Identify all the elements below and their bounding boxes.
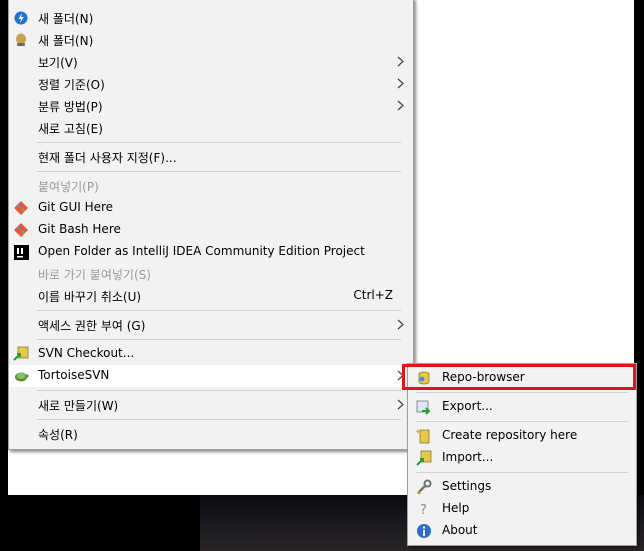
blue-new-folder-icon xyxy=(13,10,29,26)
menu-separator xyxy=(416,421,628,422)
menu-separator xyxy=(37,419,401,420)
menu-item-give-access[interactable]: 액세스 권한 부여 (G) xyxy=(9,314,413,336)
menu-item-svn-checkout[interactable]: SVN Checkout... xyxy=(9,343,413,365)
export-icon xyxy=(416,399,432,415)
menu-item-properties[interactable]: 속성(R) xyxy=(9,423,413,445)
menu-item-view[interactable]: 보기(V) xyxy=(9,51,413,73)
menu-item-group-by[interactable]: 분류 방법(P) xyxy=(9,95,413,117)
context-menu: 새 폴더(N) 새 폴더(N) 보기(V) 정렬 기준(O) 분류 방법(P) … xyxy=(8,0,414,450)
menu-item-paste-shortcut: 바로 가기 붙여넣기(S) xyxy=(38,268,151,282)
menu-item-tortoisesvn[interactable]: TortoiseSVN xyxy=(9,365,413,387)
gold-new-folder-icon xyxy=(13,32,29,48)
create-repo-icon xyxy=(416,428,432,444)
svn-checkout-icon xyxy=(13,346,29,362)
chevron-right-icon xyxy=(397,399,404,410)
menu-item-create-repository[interactable]: Create repository here xyxy=(408,425,636,447)
menu-item-git-bash[interactable]: Git Bash Here xyxy=(9,219,413,241)
chevron-right-icon xyxy=(397,78,404,89)
menu-separator xyxy=(37,390,401,391)
menu-item-customize-folder[interactable]: 현재 폴더 사용자 지정(F)... xyxy=(9,146,413,168)
menu-separator xyxy=(37,142,401,143)
import-icon xyxy=(416,450,432,466)
menu-item-git-gui[interactable]: Git GUI Here xyxy=(9,197,413,219)
menu-item-refresh[interactable]: 새로 고침(E) xyxy=(9,117,413,139)
intellij-icon xyxy=(13,244,29,260)
menu-item-sort-by[interactable]: 정렬 기준(O) xyxy=(9,73,413,95)
menu-separator xyxy=(37,310,401,311)
menu-separator xyxy=(37,339,401,340)
menu-item-new-folder-2[interactable]: 새 폴더(N) xyxy=(9,29,413,51)
about-icon xyxy=(416,523,432,539)
svg-text:?: ? xyxy=(420,503,427,517)
menu-item-import[interactable]: Import... xyxy=(408,447,636,469)
shortcut-label: Ctrl+Z xyxy=(353,288,393,302)
highlight-annotation xyxy=(402,364,636,390)
menu-item-export[interactable]: Export... xyxy=(408,396,636,418)
menu-item-undo-rename[interactable]: 이름 바꾸기 취소(U) Ctrl+Z xyxy=(9,285,413,307)
tortoisesvn-submenu: Repo-browser Export... Create repository… xyxy=(407,363,637,546)
menu-item-new[interactable]: 새로 만들기(W) xyxy=(9,394,413,416)
chevron-right-icon xyxy=(397,56,404,67)
menu-item-paste: 붙여넣기(P) xyxy=(38,180,99,194)
settings-icon xyxy=(416,479,432,495)
menu-separator xyxy=(37,171,401,172)
git-icon xyxy=(13,222,29,238)
menu-separator xyxy=(416,472,628,473)
menu-separator xyxy=(416,392,628,393)
git-icon xyxy=(13,200,29,216)
menu-item-intellij[interactable]: Open Folder as IntelliJ IDEA Community E… xyxy=(9,241,413,263)
tortoise-icon xyxy=(13,368,29,384)
chevron-right-icon xyxy=(397,319,404,330)
menu-item-settings[interactable]: Settings xyxy=(408,476,636,498)
help-icon: ? xyxy=(416,501,432,517)
chevron-right-icon xyxy=(397,100,404,111)
menu-item-about[interactable]: About xyxy=(408,520,636,542)
menu-item-help[interactable]: ? Help xyxy=(408,498,636,520)
menu-item-new-folder-1[interactable]: 새 폴더(N) xyxy=(9,7,413,29)
